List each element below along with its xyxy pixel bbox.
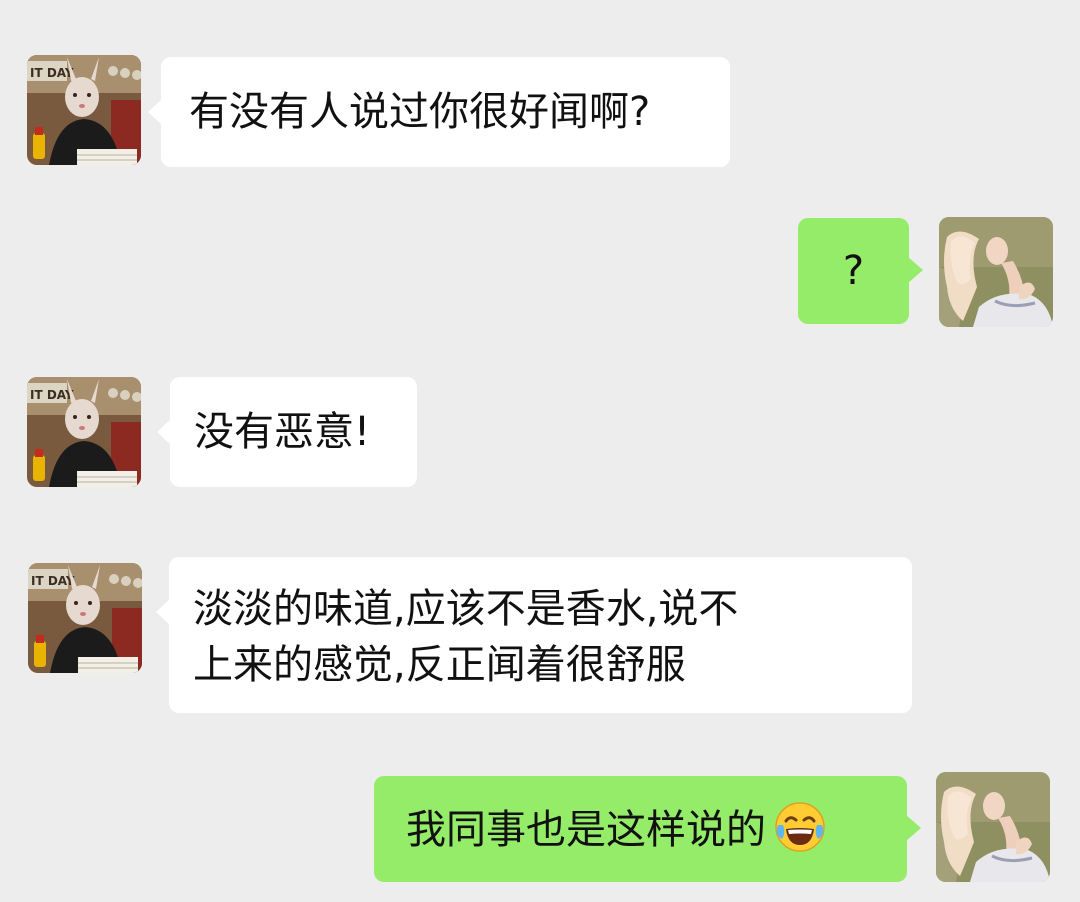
contact-avatar[interactable] xyxy=(27,377,141,487)
contact-avatar[interactable] xyxy=(27,55,141,165)
message-bubble-incoming[interactable]: 淡淡的味道,应该不是香水,说不 上来的感觉,反正闻着很舒服 xyxy=(156,557,912,713)
message-bubble-outgoing[interactable]: 我同事也是这样说的 xyxy=(374,776,921,882)
rabbit-mask-avatar-image xyxy=(28,563,142,673)
message-text: 我同事也是这样说的 xyxy=(406,807,766,853)
message-bubble-incoming[interactable]: 有没有人说过你很好闻啊? xyxy=(148,57,730,167)
message-bubble-incoming[interactable]: 没有恶意! xyxy=(157,377,417,487)
blonde-woman-avatar-image xyxy=(939,217,1053,327)
message-text: 没有恶意! xyxy=(194,409,371,455)
chat-window: 有没有人说过你很好闻啊? ? 没有恶意! 淡淡的味道,应该不是香水,说不 上来的… xyxy=(0,0,1080,902)
face-with-tears-of-joy-icon xyxy=(775,802,825,852)
message-text: ? xyxy=(842,248,865,294)
blonde-woman-avatar-image xyxy=(936,772,1050,882)
rabbit-mask-avatar-image xyxy=(27,55,141,165)
message-bubble-outgoing[interactable]: ? xyxy=(798,218,923,324)
my-avatar[interactable] xyxy=(936,772,1050,882)
my-avatar[interactable] xyxy=(939,217,1053,327)
message-text: 有没有人说过你很好闻啊? xyxy=(189,89,651,135)
rabbit-mask-avatar-image xyxy=(27,377,141,487)
message-text: 淡淡的味道,应该不是香水,说不 上来的感觉,反正闻着很舒服 xyxy=(193,586,739,688)
contact-avatar[interactable] xyxy=(28,563,142,673)
